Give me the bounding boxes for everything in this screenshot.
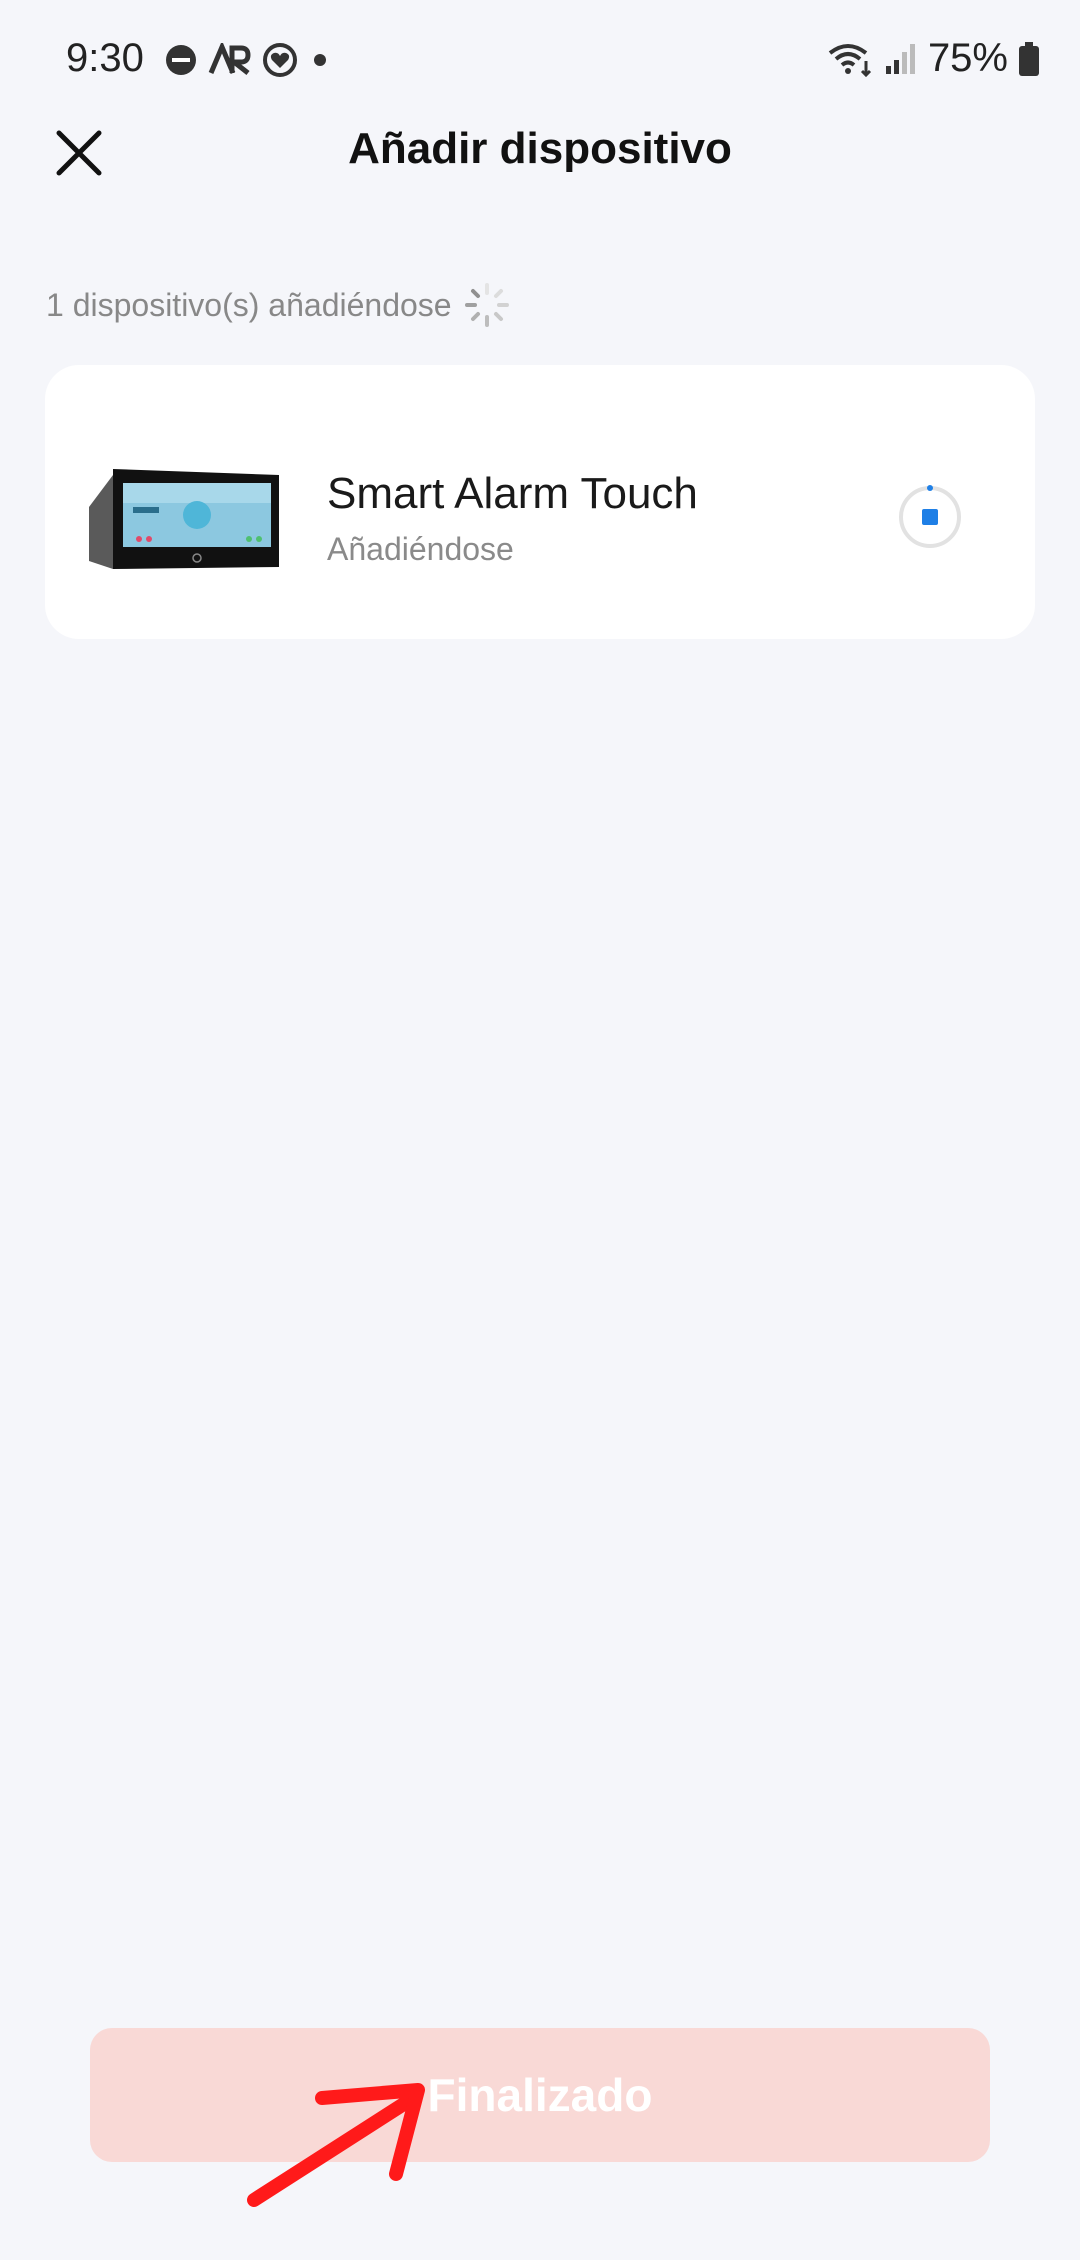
ar-icon — [208, 43, 251, 75]
device-card[interactable]: Smart Alarm Touch Añadiéndose — [45, 365, 1035, 639]
spinner-icon — [464, 283, 509, 327]
dot-icon — [314, 54, 326, 66]
adding-progress: 1 dispositivo(s) añadiéndose — [46, 282, 510, 328]
do-not-disturb-icon — [166, 45, 196, 75]
health-icon — [263, 43, 297, 77]
device-image — [89, 469, 279, 569]
adding-progress-text: 1 dispositivo(s) añadiéndose — [46, 286, 452, 323]
battery-percentage: 75% — [927, 36, 1008, 80]
done-button-label: Finalizado — [427, 2069, 653, 2121]
annotation-arrow-icon — [247, 2083, 425, 2207]
page-title: Añadir dispositivo — [348, 124, 732, 173]
status-bar: 9:30 75% — [0, 0, 1080, 120]
status-time: 9:30 — [66, 36, 144, 80]
status-icons-left — [164, 42, 332, 78]
stop-progress-icon[interactable] — [896, 483, 964, 551]
wifi-icon — [828, 43, 871, 77]
signal-icon — [885, 43, 915, 74]
header: Añadir dispositivo — [0, 110, 1080, 190]
device-name: Smart Alarm Touch — [327, 469, 698, 518]
device-status: Añadiéndose — [327, 531, 514, 567]
battery-icon — [1019, 41, 1039, 76]
done-button[interactable]: Finalizado — [90, 2028, 990, 2162]
status-icons-right: 75% — [828, 36, 1040, 81]
